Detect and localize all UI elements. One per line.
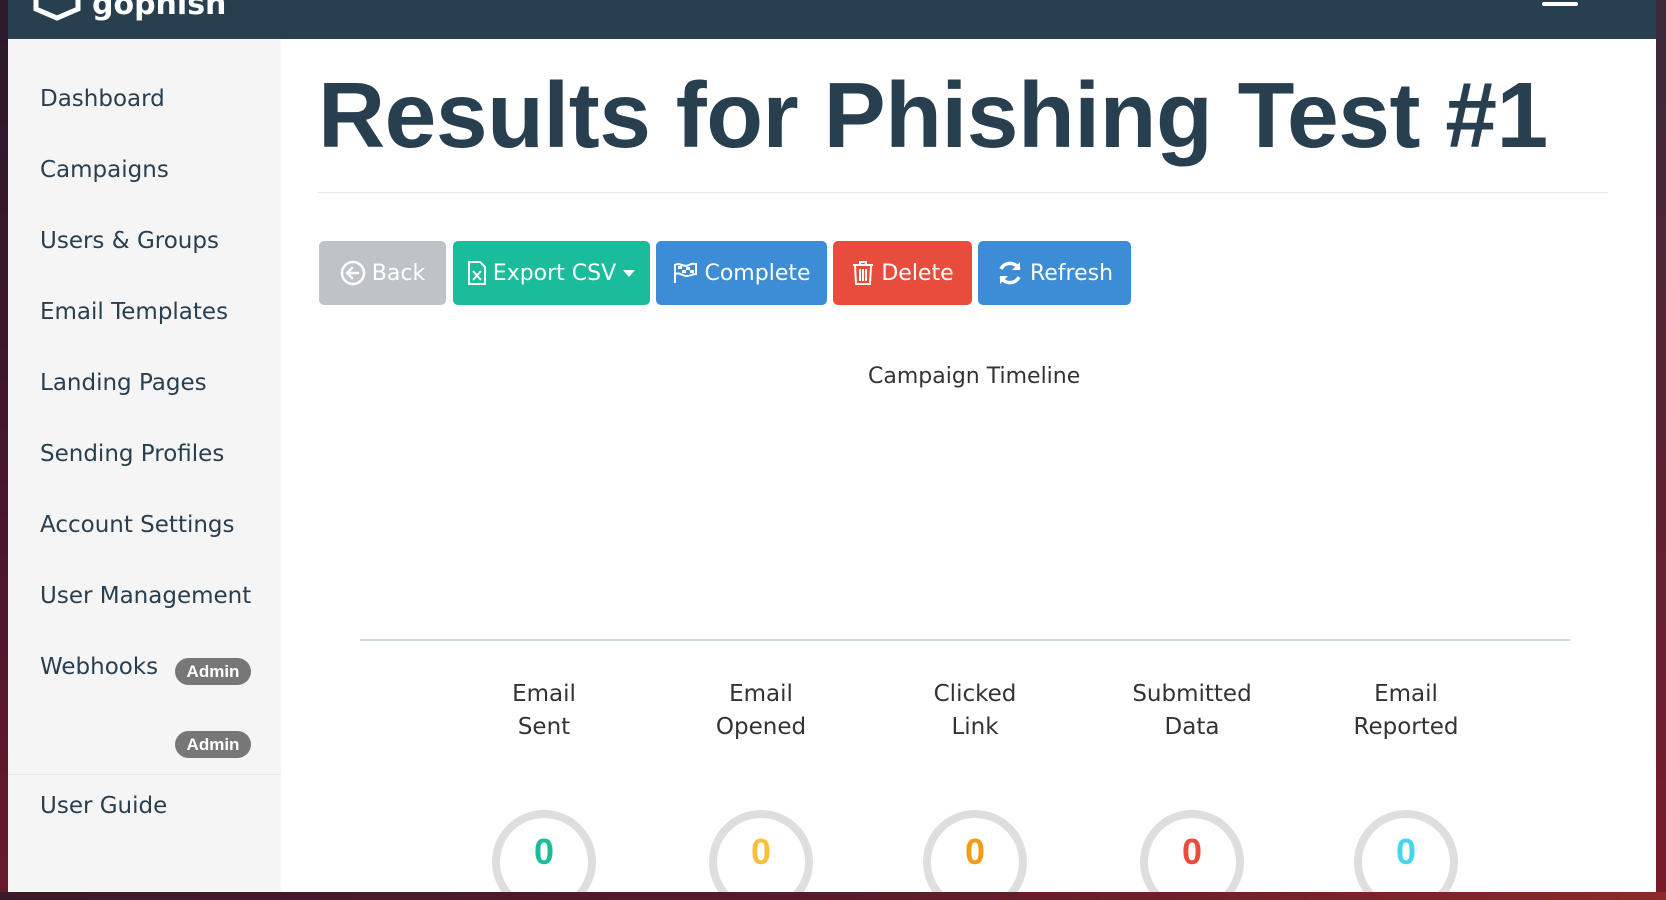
stat-label-line: Email xyxy=(1374,681,1438,707)
refresh-button-label: Refresh xyxy=(1029,260,1114,286)
desktop-background-bottom xyxy=(0,892,1666,900)
stat-label-line: Email xyxy=(512,681,576,707)
brand-name: gophish xyxy=(92,0,227,22)
page-title: Results for Phishing Test #1 xyxy=(318,63,1548,167)
export-csv-button[interactable]: Export CSV xyxy=(453,241,650,305)
back-button[interactable]: Back xyxy=(319,241,446,305)
stat-label-line: Opened xyxy=(715,714,807,740)
stat-label-line: Email xyxy=(729,681,793,707)
sidebar-item-webhooks[interactable]: Webhooks xyxy=(40,654,158,680)
stat-label-submitted-data: Submitted Data xyxy=(1102,678,1282,744)
export-csv-label: Export CSV xyxy=(492,260,617,286)
sidebar-item-email-templates[interactable]: Email Templates xyxy=(40,299,228,325)
stat-label-clicked-link: Clicked Link xyxy=(885,678,1065,744)
browser-window: gophish Dashboard Campaigns Users & Grou… xyxy=(8,0,1656,892)
back-button-label: Back xyxy=(371,260,426,286)
donut-email-reported: 0 xyxy=(1354,810,1458,892)
donut-email-opened: 0 xyxy=(709,810,813,892)
hamburger-icon[interactable] xyxy=(1542,2,1578,6)
desktop-background-right xyxy=(1656,0,1666,900)
donut-clicked-link: 0 xyxy=(923,810,1027,892)
navbar: gophish xyxy=(8,0,1656,39)
sidebar-item-landing-pages[interactable]: Landing Pages xyxy=(40,370,207,396)
timeline-title: Campaign Timeline xyxy=(868,364,1081,389)
stat-value: 0 xyxy=(533,831,555,872)
stat-label-line: Link xyxy=(951,714,999,740)
donut-submitted-data: 0 xyxy=(1140,810,1244,892)
sidebar-item-user-management[interactable]: User Management xyxy=(40,583,251,609)
stat-label-line: Clicked xyxy=(933,681,1017,707)
stat-value: 0 xyxy=(1395,831,1417,872)
admin-badge: Admin xyxy=(175,731,251,758)
delete-button[interactable]: Delete xyxy=(833,241,972,305)
stat-value: 0 xyxy=(1181,831,1203,872)
file-excel-icon xyxy=(467,261,486,285)
timeline-axis xyxy=(360,639,1570,641)
arrow-circle-left-icon xyxy=(340,260,366,286)
title-divider xyxy=(318,192,1608,193)
trash-icon xyxy=(853,261,874,285)
flag-checkered-icon xyxy=(674,262,698,283)
stat-label-email-sent: Email Sent xyxy=(454,678,634,744)
sidebar-item-sending-profiles[interactable]: Sending Profiles xyxy=(40,441,224,467)
stat-label-line: Sent xyxy=(517,714,571,740)
desktop-background-left xyxy=(0,0,8,900)
sidebar-item-account-settings[interactable]: Account Settings xyxy=(40,512,235,538)
brand[interactable]: gophish xyxy=(32,0,226,22)
admin-badge: Admin xyxy=(175,658,251,685)
gophish-logo-icon xyxy=(33,0,81,21)
sidebar-item-users-groups[interactable]: Users & Groups xyxy=(40,228,219,254)
stat-value: 0 xyxy=(750,831,772,872)
refresh-icon xyxy=(999,261,1021,285)
stat-label-line: Data xyxy=(1164,714,1220,740)
stat-label-email-opened: Email Opened xyxy=(671,678,851,744)
sidebar: Dashboard Campaigns Users & Groups Email… xyxy=(8,39,281,892)
refresh-button[interactable]: Refresh xyxy=(978,241,1131,305)
complete-button[interactable]: Complete xyxy=(656,241,827,305)
sidebar-divider xyxy=(8,774,281,775)
sidebar-item-campaigns[interactable]: Campaigns xyxy=(40,157,169,183)
sidebar-item-dashboard[interactable]: Dashboard xyxy=(40,86,165,112)
caret-down-icon xyxy=(623,270,636,277)
donut-email-sent: 0 xyxy=(492,810,596,892)
sidebar-item-user-guide[interactable]: User Guide xyxy=(40,793,167,819)
complete-button-label: Complete xyxy=(704,260,811,286)
stat-label-line: Reported xyxy=(1353,714,1459,740)
stat-label-email-reported: Email Reported xyxy=(1316,678,1496,744)
stat-value: 0 xyxy=(964,831,986,872)
stat-label-line: Submitted xyxy=(1132,681,1252,707)
delete-button-label: Delete xyxy=(881,260,954,286)
